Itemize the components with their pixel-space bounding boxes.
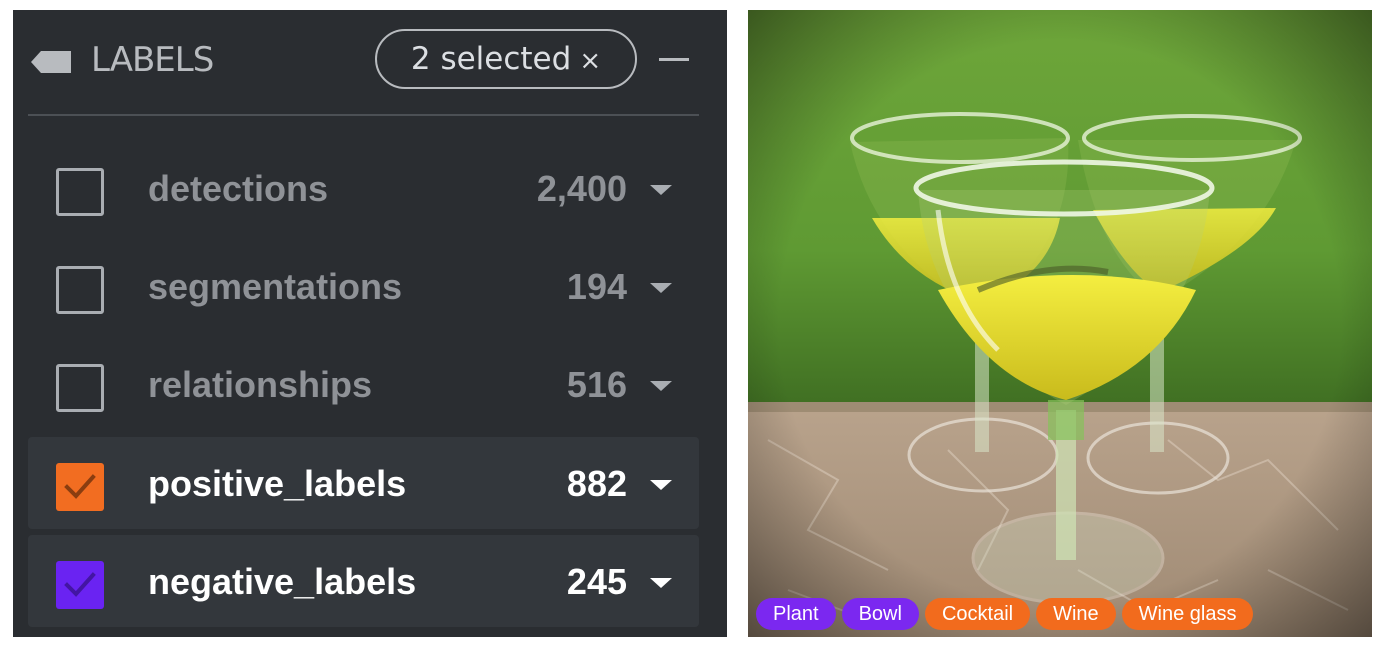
selection-badge[interactable]: 2 selected × — [375, 29, 637, 89]
tag-plant[interactable]: Plant — [756, 598, 836, 630]
chevron-down-icon[interactable] — [650, 480, 672, 490]
chevron-down-icon[interactable] — [650, 185, 672, 195]
image-tags: Plant Bowl Cocktail Wine Wine glass — [756, 598, 1254, 630]
field-count: 516 — [566, 364, 627, 405]
checkbox[interactable] — [56, 168, 104, 216]
field-count: 882 — [566, 463, 627, 504]
checkbox-checked[interactable] — [56, 463, 104, 511]
minus-icon[interactable] — [659, 58, 689, 61]
tag-wine[interactable]: Wine — [1036, 598, 1116, 630]
field-name: detections — [148, 168, 329, 209]
field-name: positive_labels — [148, 463, 407, 504]
field-row-relationships[interactable]: relationships 516 — [28, 338, 699, 430]
chevron-down-icon[interactable] — [650, 578, 672, 588]
tag-icon — [31, 51, 71, 73]
clear-selection-icon[interactable]: × — [579, 46, 601, 76]
sample-image[interactable]: Plant Bowl Cocktail Wine Wine glass — [748, 10, 1372, 637]
checkmark-icon — [56, 463, 104, 511]
selection-count: 2 selected — [410, 41, 572, 77]
labels-header: LABELS 2 selected × — [13, 10, 727, 114]
field-row-negative-labels[interactable]: negative_labels 245 — [28, 535, 699, 627]
chevron-down-icon[interactable] — [650, 283, 672, 293]
chevron-down-icon[interactable] — [650, 381, 672, 391]
checkbox[interactable] — [56, 266, 104, 314]
field-name: negative_labels — [148, 561, 417, 602]
field-count: 194 — [566, 266, 627, 307]
labels-panel: LABELS 2 selected × detections 2,400 segm… — [13, 10, 727, 637]
checkbox[interactable] — [56, 364, 104, 412]
field-row-positive-labels[interactable]: positive_labels 882 — [28, 437, 699, 529]
labels-title: LABELS — [91, 40, 214, 80]
field-row-detections[interactable]: detections 2,400 — [28, 142, 699, 234]
tag-wine-glass[interactable]: Wine glass — [1121, 598, 1254, 630]
field-name: relationships — [148, 364, 373, 405]
field-row-segmentations[interactable]: segmentations 194 — [28, 240, 699, 332]
checkbox-checked[interactable] — [56, 561, 104, 609]
checkmark-icon — [56, 561, 104, 609]
tag-cocktail[interactable]: Cocktail — [924, 598, 1031, 630]
field-count: 2,400 — [536, 168, 627, 209]
divider — [28, 114, 699, 116]
field-count: 245 — [566, 561, 627, 602]
photo-of-three-wine-glasses — [748, 10, 1372, 637]
tag-bowl[interactable]: Bowl — [841, 598, 919, 630]
field-name: segmentations — [148, 266, 403, 307]
